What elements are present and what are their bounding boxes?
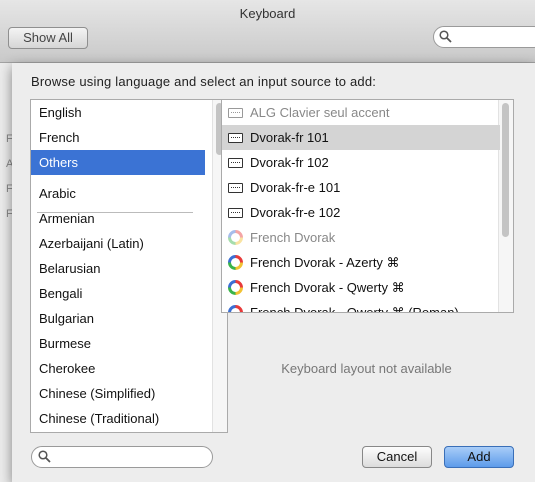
input-source-label: ALG Clavier seul accent bbox=[250, 105, 390, 120]
language-item[interactable]: Cherokee bbox=[31, 356, 205, 381]
language-item[interactable]: Belarusian bbox=[31, 256, 205, 281]
search-icon bbox=[38, 450, 51, 463]
language-item[interactable]: Others bbox=[31, 150, 205, 175]
keyboard-icon bbox=[228, 158, 243, 168]
input-source-item[interactable]: ALG Clavier seul accent bbox=[222, 100, 500, 125]
input-source-label: Dvorak-fr-e 102 bbox=[250, 205, 341, 220]
search-icon bbox=[439, 30, 452, 43]
language-item[interactable]: Burmese bbox=[31, 331, 205, 356]
input-source-label: French Dvorak - Qwerty ⌘ bbox=[250, 280, 405, 295]
input-source-label: Dvorak-fr-e 101 bbox=[250, 180, 341, 195]
input-source-label: French Dvorak - Azerty ⌘ bbox=[250, 255, 400, 270]
window-titlebar: Keyboard Show All bbox=[0, 0, 535, 63]
keyboard-icon bbox=[228, 108, 243, 118]
dvorak-flag-icon bbox=[228, 230, 243, 245]
language-item[interactable]: Bulgarian bbox=[31, 306, 205, 331]
input-source-item[interactable]: Dvorak-fr-e 102 bbox=[222, 200, 500, 225]
input-source-label: Dvorak-fr 102 bbox=[250, 155, 329, 170]
language-item[interactable]: English bbox=[31, 100, 205, 125]
input-source-list[interactable]: ALG Clavier seul accent Dvorak-fr 101 Dvor… bbox=[221, 99, 514, 313]
keyboard-icon bbox=[228, 133, 243, 143]
input-source-label: French Dvorak bbox=[250, 230, 336, 245]
language-item[interactable]: Armenian bbox=[31, 206, 205, 231]
add-input-source-sheet: Browse using language and select an inpu… bbox=[12, 63, 535, 482]
input-source-item[interactable]: French Dvorak - Qwerty ⌘ (Roman) bbox=[222, 300, 500, 313]
language-item[interactable]: Arabic bbox=[31, 181, 205, 206]
language-item[interactable]: Chinese (Simplified) bbox=[31, 381, 205, 406]
show-all-button[interactable]: Show All bbox=[8, 27, 88, 49]
dvorak-flag-icon bbox=[228, 280, 243, 295]
input-source-list-scroll-thumb[interactable] bbox=[502, 103, 509, 237]
language-item[interactable]: Bengali bbox=[31, 281, 205, 306]
window-title: Keyboard bbox=[239, 6, 296, 21]
input-source-label: Dvorak-fr 101 bbox=[250, 130, 329, 145]
keyboard-icon bbox=[228, 183, 243, 193]
input-source-item[interactable]: French Dvorak bbox=[222, 225, 500, 250]
dvorak-flag-icon bbox=[228, 255, 243, 270]
input-source-item[interactable]: Dvorak-fr 102 bbox=[222, 150, 500, 175]
input-source-item[interactable]: French Dvorak - Azerty ⌘ bbox=[222, 250, 500, 275]
language-search-field[interactable] bbox=[31, 446, 213, 468]
keyboard-icon bbox=[228, 208, 243, 218]
add-button[interactable]: Add bbox=[444, 446, 514, 468]
cancel-button[interactable]: Cancel bbox=[362, 446, 432, 468]
input-source-item[interactable]: Dvorak-fr 101 bbox=[222, 125, 500, 150]
sheet-prompt: Browse using language and select an inpu… bbox=[31, 74, 377, 89]
preferences-search-field[interactable] bbox=[433, 26, 535, 48]
input-source-label: French Dvorak - Qwerty ⌘ (Roman) bbox=[250, 305, 459, 313]
input-source-item[interactable]: French Dvorak - Qwerty ⌘ bbox=[222, 275, 500, 300]
input-source-item[interactable]: Dvorak-fr-e 101 bbox=[222, 175, 500, 200]
language-item[interactable]: French bbox=[31, 125, 205, 150]
input-source-list-scrollbar[interactable] bbox=[498, 100, 513, 312]
language-list[interactable]: English French Others Arabic Armenian Azerbai… bbox=[30, 99, 228, 433]
language-item[interactable]: Azerbaijani (Latin) bbox=[31, 231, 205, 256]
language-item[interactable]: Chinese (Traditional) bbox=[31, 406, 205, 431]
layout-preview-message: Keyboard layout not available bbox=[281, 361, 452, 376]
dvorak-flag-icon bbox=[228, 305, 243, 312]
